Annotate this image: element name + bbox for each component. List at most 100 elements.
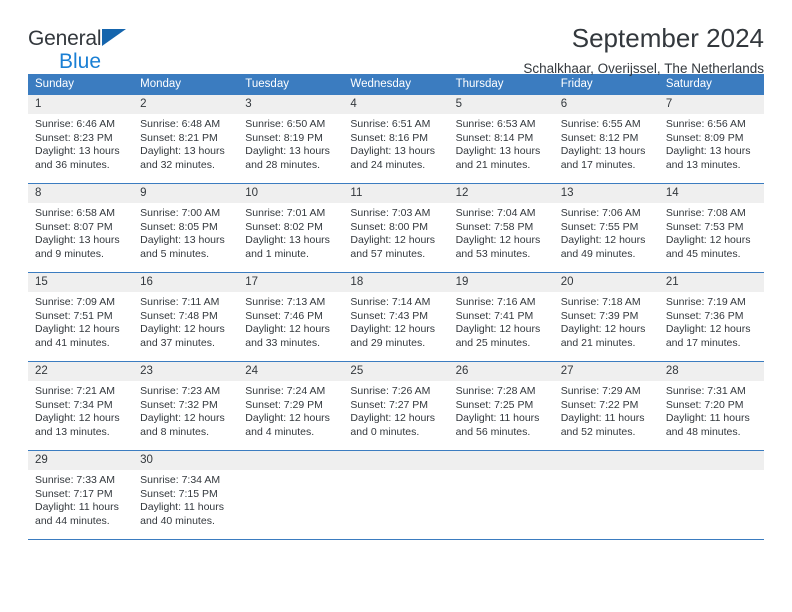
daylight-text-line2: and 8 minutes. [140, 425, 210, 438]
day-detail-band: Sunrise: 7:33 AM Sunset: 7:17 PM Dayligh… [28, 470, 764, 539]
day-number[interactable]: 14 [659, 184, 764, 203]
day-cell[interactable]: Sunrise: 6:51 AM Sunset: 8:16 PM Dayligh… [343, 114, 448, 183]
calendar-grid: Sunday Monday Tuesday Wednesday Thursday… [28, 74, 764, 540]
day-cell[interactable]: Sunrise: 7:19 AM Sunset: 7:36 PM Dayligh… [659, 292, 764, 361]
sunrise-text: Sunrise: 7:31 AM [665, 385, 746, 397]
day-number[interactable]: 11 [343, 184, 448, 203]
sunset-text: Sunset: 7:36 PM [665, 309, 744, 322]
day-number-empty [343, 451, 448, 470]
day-cell[interactable]: Sunrise: 7:23 AM Sunset: 7:32 PM Dayligh… [133, 381, 238, 450]
day-number[interactable]: 3 [238, 95, 343, 114]
day-cell[interactable]: Sunrise: 7:13 AM Sunset: 7:46 PM Dayligh… [238, 292, 343, 361]
day-cell[interactable]: Sunrise: 7:03 AM Sunset: 8:00 PM Dayligh… [343, 203, 448, 272]
day-cell[interactable]: Sunrise: 7:08 AM Sunset: 7:53 PM Dayligh… [659, 203, 764, 272]
day-cell[interactable]: Sunrise: 7:00 AM Sunset: 8:05 PM Dayligh… [133, 203, 238, 272]
day-number[interactable]: 28 [659, 362, 764, 381]
day-number[interactable]: 25 [343, 362, 448, 381]
day-number[interactable]: 16 [133, 273, 238, 292]
day-cell[interactable]: Sunrise: 6:48 AM Sunset: 8:21 PM Dayligh… [133, 114, 238, 183]
daylight-text-line2: and 1 minute. [245, 247, 309, 260]
daylight-text-line2: and 0 minutes. [350, 425, 420, 438]
day-number[interactable]: 20 [554, 273, 659, 292]
day-cell[interactable]: Sunrise: 7:16 AM Sunset: 7:41 PM Dayligh… [449, 292, 554, 361]
day-cell[interactable]: Sunrise: 7:24 AM Sunset: 7:29 PM Dayligh… [238, 381, 343, 450]
daylight-text-line2: and 4 minutes. [245, 425, 315, 438]
day-number[interactable]: 2 [133, 95, 238, 114]
sunrise-text: Sunrise: 7:14 AM [350, 296, 431, 308]
daylight-text-line1: Daylight: 13 hours [350, 145, 436, 158]
sunrise-text: Sunrise: 7:24 AM [245, 385, 326, 397]
day-cell[interactable]: Sunrise: 7:29 AM Sunset: 7:22 PM Dayligh… [554, 381, 659, 450]
day-number[interactable]: 4 [343, 95, 448, 114]
day-cell[interactable]: Sunrise: 6:55 AM Sunset: 8:12 PM Dayligh… [554, 114, 659, 183]
day-number[interactable]: 18 [343, 273, 448, 292]
day-number[interactable]: 13 [554, 184, 659, 203]
day-number[interactable]: 21 [659, 273, 764, 292]
day-number[interactable]: 6 [554, 95, 659, 114]
day-cell[interactable]: Sunrise: 7:09 AM Sunset: 7:51 PM Dayligh… [28, 292, 133, 361]
daylight-text-line2: and 49 minutes. [560, 247, 636, 260]
daylight-text-line1: Daylight: 12 hours [140, 323, 225, 336]
sunset-text: Sunset: 8:16 PM [350, 131, 429, 144]
day-cell[interactable]: Sunrise: 7:11 AM Sunset: 7:48 PM Dayligh… [133, 292, 238, 361]
day-detail-band: Sunrise: 6:58 AM Sunset: 8:07 PM Dayligh… [28, 203, 764, 272]
sunrise-text: Sunrise: 6:56 AM [665, 118, 746, 130]
daylight-text-line2: and 17 minutes. [665, 336, 741, 349]
daylight-text-line1: Daylight: 13 hours [140, 145, 225, 158]
day-number[interactable]: 10 [238, 184, 343, 203]
day-number[interactable]: 27 [554, 362, 659, 381]
day-number[interactable]: 1 [28, 95, 133, 114]
sunset-text: Sunset: 7:20 PM [665, 398, 744, 411]
sunset-text: Sunset: 7:55 PM [560, 220, 639, 233]
day-number[interactable]: 7 [659, 95, 764, 114]
day-detail-band: Sunrise: 7:09 AM Sunset: 7:51 PM Dayligh… [28, 292, 764, 361]
day-number[interactable]: 26 [449, 362, 554, 381]
daylight-text-line1: Daylight: 11 hours [560, 412, 645, 425]
day-number[interactable]: 17 [238, 273, 343, 292]
sunset-text: Sunset: 7:43 PM [350, 309, 429, 322]
day-number[interactable]: 8 [28, 184, 133, 203]
day-cell[interactable]: Sunrise: 6:53 AM Sunset: 8:14 PM Dayligh… [449, 114, 554, 183]
title-block: September 2024 Schalkhaar, Overijssel, T… [523, 20, 764, 79]
daylight-text-line1: Daylight: 12 hours [560, 234, 646, 247]
daylight-text-line1: Daylight: 13 hours [245, 234, 330, 247]
day-cell[interactable]: Sunrise: 7:06 AM Sunset: 7:55 PM Dayligh… [554, 203, 659, 272]
day-cell[interactable]: Sunrise: 7:34 AM Sunset: 7:15 PM Dayligh… [133, 470, 238, 539]
sunset-text: Sunset: 8:19 PM [245, 131, 323, 144]
day-cell[interactable]: Sunrise: 7:04 AM Sunset: 7:58 PM Dayligh… [449, 203, 554, 272]
day-cell[interactable]: Sunrise: 6:56 AM Sunset: 8:09 PM Dayligh… [659, 114, 764, 183]
day-cell[interactable]: Sunrise: 7:21 AM Sunset: 7:34 PM Dayligh… [28, 381, 133, 450]
day-cell[interactable]: Sunrise: 7:31 AM Sunset: 7:20 PM Dayligh… [659, 381, 764, 450]
day-number-empty [449, 451, 554, 470]
day-number-band: 22 23 24 25 26 27 28 [28, 362, 764, 381]
sunrise-text: Sunrise: 7:08 AM [665, 207, 746, 219]
day-number[interactable]: 15 [28, 273, 133, 292]
day-number[interactable]: 12 [449, 184, 554, 203]
day-number[interactable]: 23 [133, 362, 238, 381]
day-cell[interactable]: Sunrise: 6:46 AM Sunset: 8:23 PM Dayligh… [28, 114, 133, 183]
sunset-text: Sunset: 7:53 PM [665, 220, 744, 233]
day-cell[interactable]: Sunrise: 7:18 AM Sunset: 7:39 PM Dayligh… [554, 292, 659, 361]
weekday-header-sunday: Sunday [35, 78, 75, 90]
day-cell[interactable]: Sunrise: 7:01 AM Sunset: 8:02 PM Dayligh… [238, 203, 343, 272]
day-cell[interactable]: Sunrise: 7:33 AM Sunset: 7:17 PM Dayligh… [28, 470, 133, 539]
sunrise-text: Sunrise: 7:13 AM [245, 296, 326, 308]
day-number[interactable]: 22 [28, 362, 133, 381]
day-cell[interactable]: Sunrise: 6:58 AM Sunset: 8:07 PM Dayligh… [28, 203, 133, 272]
day-number[interactable]: 30 [133, 451, 238, 470]
day-number[interactable]: 5 [449, 95, 554, 114]
day-cell[interactable]: Sunrise: 6:50 AM Sunset: 8:19 PM Dayligh… [238, 114, 343, 183]
day-number[interactable]: 24 [238, 362, 343, 381]
day-number[interactable]: 9 [133, 184, 238, 203]
brand-name-bottom: Blue [59, 50, 102, 73]
day-cell[interactable]: Sunrise: 7:28 AM Sunset: 7:25 PM Dayligh… [449, 381, 554, 450]
daylight-text-line1: Daylight: 12 hours [455, 323, 541, 336]
day-number[interactable]: 29 [28, 451, 133, 470]
day-number[interactable]: 19 [449, 273, 554, 292]
day-cell[interactable]: Sunrise: 7:26 AM Sunset: 7:27 PM Dayligh… [343, 381, 448, 450]
brand-logo[interactable]: General Blue [28, 20, 158, 72]
sunrise-text: Sunrise: 6:53 AM [455, 118, 536, 130]
sunset-text: Sunset: 7:46 PM [245, 309, 323, 322]
day-cell[interactable]: Sunrise: 7:14 AM Sunset: 7:43 PM Dayligh… [343, 292, 448, 361]
daylight-text-line1: Daylight: 13 hours [665, 145, 751, 158]
